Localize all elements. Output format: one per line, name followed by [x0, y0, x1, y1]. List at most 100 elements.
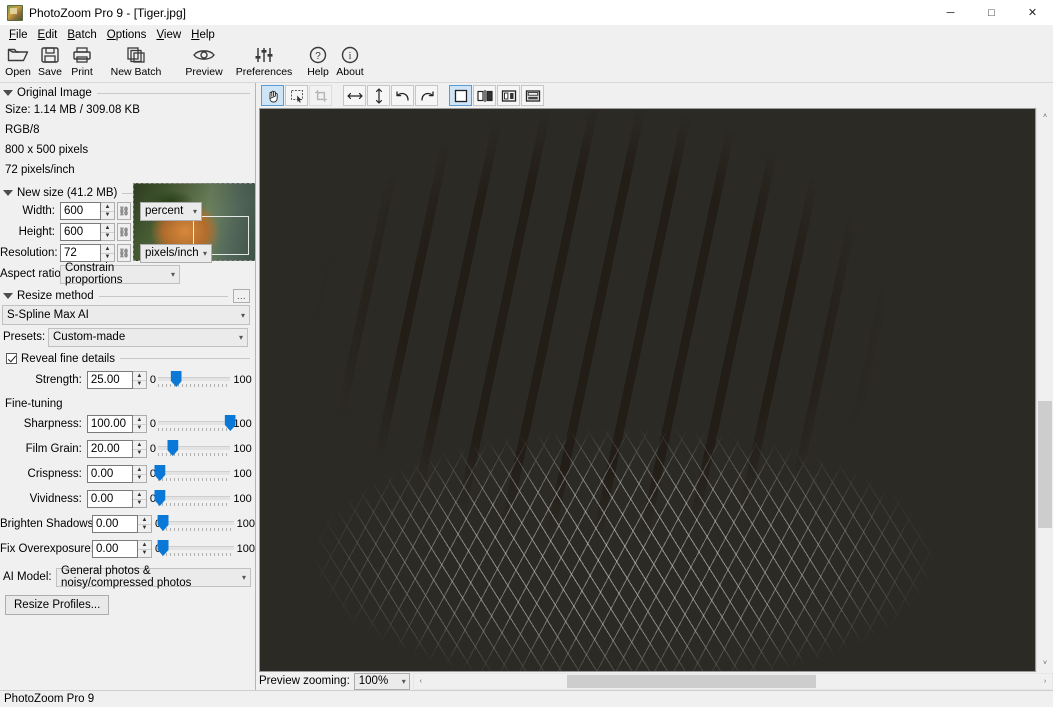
maximize-button[interactable]: □: [971, 0, 1012, 26]
spinner-up-icon[interactable]: ▲: [138, 541, 151, 549]
strength-slider[interactable]: [158, 371, 230, 389]
spinner-down-icon[interactable]: ▼: [138, 524, 151, 533]
film-grain-slider[interactable]: [158, 440, 230, 458]
spinner-up-icon[interactable]: ▲: [101, 203, 114, 211]
resize-method-section-header[interactable]: Resize method ...: [0, 289, 255, 303]
menu-item-batch[interactable]: Batch: [62, 28, 101, 42]
view-split-button[interactable]: [473, 85, 496, 106]
menu-item-view[interactable]: View: [151, 28, 186, 42]
save-button[interactable]: Save: [34, 43, 66, 78]
scroll-left-arrow[interactable]: ‹: [414, 673, 428, 690]
vertical-scroll-thumb[interactable]: [1038, 401, 1052, 528]
preview-button[interactable]: Preview: [174, 43, 234, 78]
brighten-shadows-spinner[interactable]: ▲▼: [138, 515, 152, 533]
vividness-spinner[interactable]: ▲▼: [133, 490, 147, 508]
vividness-slider[interactable]: [158, 490, 230, 508]
strength-input[interactable]: [87, 371, 133, 389]
reveal-fine-details-checkbox[interactable]: [6, 353, 17, 364]
spinner-up-icon[interactable]: ▲: [133, 441, 146, 449]
menu-item-edit[interactable]: Edit: [33, 28, 63, 42]
preferences-button[interactable]: Preferences: [234, 43, 294, 78]
width-link-button[interactable]: ⛓: [117, 202, 131, 220]
crispness-input[interactable]: [87, 465, 133, 483]
spinner-up-icon[interactable]: ▲: [101, 224, 114, 232]
resize-method-more-button[interactable]: ...: [233, 289, 250, 303]
view-side-by-side-button[interactable]: [497, 85, 520, 106]
scroll-down-arrow[interactable]: ˅: [1037, 655, 1053, 672]
aspect-ratio-combo[interactable]: Constrain proportions ▾: [60, 265, 180, 284]
width-spinner[interactable]: ▲▼: [101, 202, 115, 220]
ai-model-combo[interactable]: General photos & noisy/compressed photos…: [56, 568, 251, 587]
film-grain-spinner[interactable]: ▲▼: [133, 440, 147, 458]
height-link-button[interactable]: ⛓: [117, 223, 131, 241]
reveal-fine-details-row[interactable]: Reveal fine details: [0, 351, 255, 366]
spinner-down-icon[interactable]: ▼: [133, 474, 146, 483]
about-button[interactable]: i About: [334, 43, 366, 78]
close-button[interactable]: ✕: [1012, 0, 1053, 26]
resolution-input[interactable]: [60, 244, 101, 262]
horizontal-scrollbar[interactable]: ‹ ›: [413, 673, 1053, 690]
vividness-input[interactable]: [87, 490, 133, 508]
sharpness-input[interactable]: [87, 415, 133, 433]
spinner-up-icon[interactable]: ▲: [101, 245, 114, 253]
spinner-down-icon[interactable]: ▼: [133, 499, 146, 508]
spinner-up-icon[interactable]: ▲: [133, 416, 146, 424]
height-spinner[interactable]: ▲▼: [101, 223, 115, 241]
crop-tool-button[interactable]: [309, 85, 332, 106]
view-single-button[interactable]: [449, 85, 472, 106]
minimize-button[interactable]: ─: [930, 0, 971, 26]
brighten-shadows-input[interactable]: [92, 515, 138, 533]
sharpness-slider[interactable]: [158, 415, 230, 433]
spinner-down-icon[interactable]: ▼: [101, 211, 114, 220]
resolution-spinner[interactable]: ▲▼: [101, 244, 115, 262]
spinner-down-icon[interactable]: ▼: [138, 549, 151, 558]
menu-item-options[interactable]: Options: [102, 28, 152, 42]
sharpness-spinner[interactable]: ▲▼: [133, 415, 147, 433]
width-input[interactable]: [60, 202, 101, 220]
spinner-down-icon[interactable]: ▼: [101, 253, 114, 262]
rotate-right-button[interactable]: [415, 85, 438, 106]
spinner-down-icon[interactable]: ▼: [133, 424, 146, 433]
marquee-select-tool-button[interactable]: [285, 85, 308, 106]
spinner-up-icon[interactable]: ▲: [138, 516, 151, 524]
spinner-up-icon[interactable]: ▲: [133, 466, 146, 474]
menu-item-file[interactable]: File: [4, 28, 33, 42]
height-input[interactable]: [60, 223, 101, 241]
fix-overexposure-spinner[interactable]: ▲▼: [138, 540, 152, 558]
spinner-down-icon[interactable]: ▼: [101, 232, 114, 241]
menu-item-help[interactable]: Help: [186, 28, 220, 42]
horizontal-scroll-thumb[interactable]: [567, 675, 816, 688]
resize-profiles-button[interactable]: Resize Profiles...: [5, 595, 109, 615]
resolution-link-button[interactable]: ⛓: [117, 244, 131, 262]
open-button[interactable]: Open: [2, 43, 34, 78]
resolution-unit-combo[interactable]: pixels/inch ▾: [140, 244, 212, 263]
size-unit-combo[interactable]: percent ▾: [140, 202, 202, 221]
hand-pan-tool-button[interactable]: [261, 85, 284, 106]
scroll-right-arrow[interactable]: ›: [1038, 673, 1052, 690]
brighten-shadows-slider[interactable]: [162, 515, 234, 533]
spinner-down-icon[interactable]: ▼: [133, 449, 146, 458]
film-grain-input[interactable]: [87, 440, 133, 458]
crispness-slider[interactable]: [158, 465, 230, 483]
flip-horizontal-button[interactable]: [343, 85, 366, 106]
new-batch-button[interactable]: New Batch: [106, 43, 166, 78]
print-button[interactable]: Print: [66, 43, 98, 78]
spinner-up-icon[interactable]: ▲: [133, 372, 146, 380]
flip-vertical-button[interactable]: [367, 85, 390, 106]
crispness-spinner[interactable]: ▲▼: [133, 465, 147, 483]
vertical-scrollbar[interactable]: ˄ ˅: [1036, 108, 1053, 672]
presets-combo[interactable]: Custom-made ▾: [48, 328, 248, 347]
resize-method-combo[interactable]: S-Spline Max AI ▾: [2, 305, 250, 325]
vertical-scroll-track[interactable]: [1037, 125, 1053, 655]
rotate-left-button[interactable]: [391, 85, 414, 106]
help-button[interactable]: ? Help: [302, 43, 334, 78]
strength-spinner[interactable]: ▲▼: [133, 371, 147, 389]
original-image-section-header[interactable]: Original Image: [0, 86, 255, 100]
preview-canvas[interactable]: [259, 108, 1036, 672]
view-stacked-button[interactable]: [521, 85, 544, 106]
preview-zooming-combo[interactable]: 100% ▾: [354, 673, 410, 690]
fix-overexposure-slider[interactable]: [162, 540, 234, 558]
fix-overexposure-input[interactable]: [92, 540, 138, 558]
spinner-up-icon[interactable]: ▲: [133, 491, 146, 499]
scroll-up-arrow[interactable]: ˄: [1037, 108, 1053, 125]
